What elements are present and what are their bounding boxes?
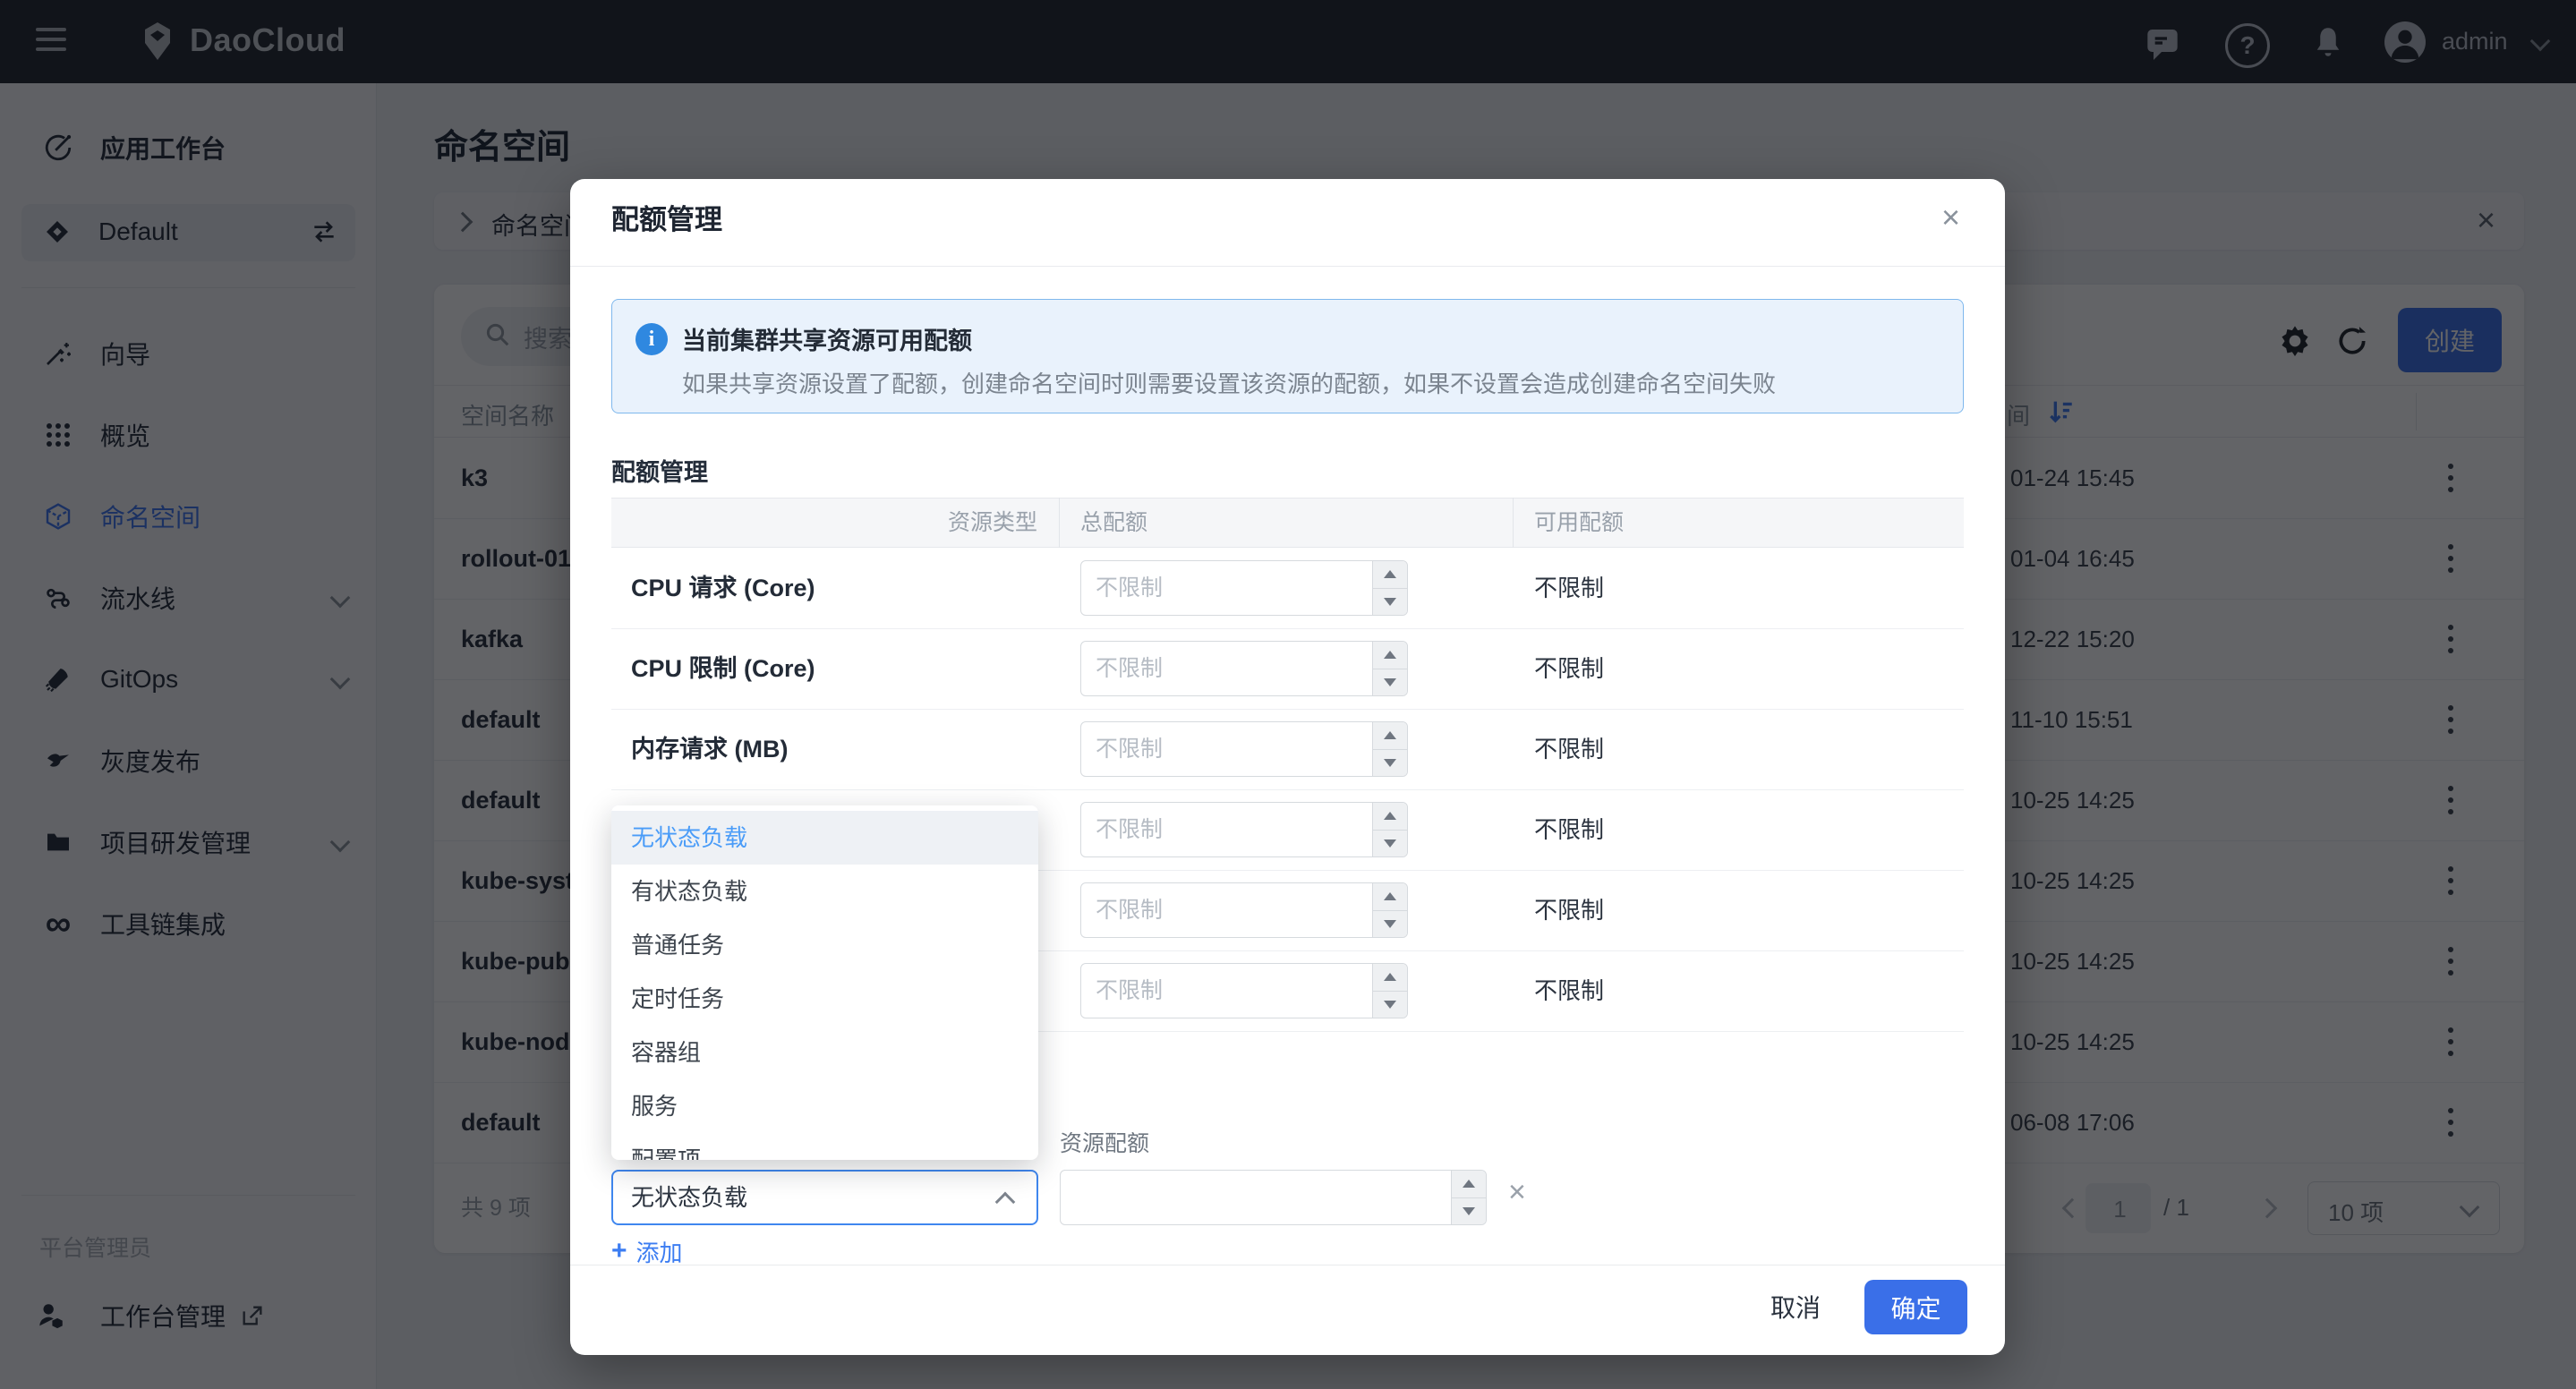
total-quota-input[interactable] bbox=[1080, 882, 1408, 938]
stepper[interactable] bbox=[1372, 964, 1407, 1018]
total-quota-input[interactable] bbox=[1080, 802, 1408, 857]
add-quota-link[interactable]: + 添加 bbox=[611, 1233, 683, 1269]
available-quota: 不限制 bbox=[1534, 789, 1604, 870]
resource-type-label: CPU 限制 (Core) bbox=[631, 628, 815, 709]
quota-number-field[interactable] bbox=[1081, 883, 1407, 937]
available-quota: 不限制 bbox=[1534, 870, 1604, 950]
quota-row: 内存请求 (MB) 不限制 bbox=[611, 709, 1964, 790]
dropdown-option[interactable]: 定时任务 bbox=[611, 972, 1038, 1026]
quota-col-total: 总配额 bbox=[1080, 498, 1147, 548]
step-down-icon[interactable] bbox=[1373, 911, 1407, 938]
quota-value-field[interactable] bbox=[1061, 1171, 1486, 1224]
banner-body: 如果共享资源设置了配额，创建命名空间时则需要设置该资源的配额，如果不设置会造成创… bbox=[682, 366, 1776, 399]
total-quota-input[interactable] bbox=[1080, 560, 1408, 616]
stepper[interactable] bbox=[1451, 1171, 1486, 1224]
quota-col-available: 可用配额 bbox=[1534, 498, 1624, 548]
stepper[interactable] bbox=[1372, 722, 1407, 776]
quota-row: CPU 请求 (Core) 不限制 bbox=[611, 548, 1964, 629]
column-divider bbox=[1513, 498, 1514, 548]
step-down-icon[interactable] bbox=[1452, 1198, 1486, 1225]
quota-col-type: 资源类型 bbox=[611, 498, 1037, 548]
available-quota: 不限制 bbox=[1534, 628, 1604, 709]
cancel-button[interactable]: 取消 bbox=[1751, 1285, 1840, 1328]
info-banner: i 当前集群共享资源可用配额 如果共享资源设置了配额，创建命名空间时则需要设置该… bbox=[611, 299, 1964, 413]
quota-number-field[interactable] bbox=[1081, 561, 1407, 615]
quota-number-field[interactable] bbox=[1081, 964, 1407, 1018]
available-quota: 不限制 bbox=[1534, 709, 1604, 789]
resource-quota-input[interactable] bbox=[1060, 1170, 1487, 1225]
step-up-icon[interactable] bbox=[1373, 642, 1407, 669]
available-quota: 不限制 bbox=[1534, 548, 1604, 628]
add-label: 添加 bbox=[636, 1235, 683, 1268]
stepper[interactable] bbox=[1372, 883, 1407, 937]
step-down-icon[interactable] bbox=[1373, 750, 1407, 777]
dropdown-option[interactable]: 配置项 bbox=[611, 1133, 1038, 1160]
stepper[interactable] bbox=[1372, 642, 1407, 695]
resource-type-dropdown: 无状态负载 有状态负载 普通任务 定时任务 容器组 服务 配置项 bbox=[611, 805, 1038, 1160]
modal-header-divider bbox=[570, 266, 2005, 267]
total-quota-input[interactable] bbox=[1080, 721, 1408, 777]
step-up-icon[interactable] bbox=[1373, 803, 1407, 831]
stepper[interactable] bbox=[1372, 561, 1407, 615]
quota-number-field[interactable] bbox=[1081, 722, 1407, 776]
step-up-icon[interactable] bbox=[1452, 1171, 1486, 1198]
resource-type-select[interactable]: 无状态负载 bbox=[611, 1170, 1038, 1225]
quota-section-title: 配额管理 bbox=[611, 453, 708, 488]
quota-number-field[interactable] bbox=[1081, 642, 1407, 695]
resource-quota-label: 资源配额 bbox=[1060, 1126, 1149, 1158]
remove-row-icon[interactable]: × bbox=[1508, 1175, 1526, 1210]
dropdown-option[interactable]: 有状态负载 bbox=[611, 865, 1038, 918]
step-up-icon[interactable] bbox=[1373, 883, 1407, 911]
info-icon: i bbox=[635, 323, 668, 355]
available-quota: 不限制 bbox=[1534, 950, 1604, 1031]
resource-type-label: CPU 请求 (Core) bbox=[631, 548, 815, 628]
resource-type-label: 内存请求 (MB) bbox=[631, 709, 788, 789]
dropdown-option[interactable]: 无状态负载 bbox=[611, 811, 1038, 865]
total-quota-input[interactable] bbox=[1080, 963, 1408, 1018]
banner-title: 当前集群共享资源可用配额 bbox=[682, 321, 972, 356]
stepper[interactable] bbox=[1372, 803, 1407, 856]
column-divider bbox=[1059, 498, 1060, 548]
step-down-icon[interactable] bbox=[1373, 589, 1407, 616]
step-up-icon[interactable] bbox=[1373, 722, 1407, 750]
quota-row: CPU 限制 (Core) 不限制 bbox=[611, 628, 1964, 710]
plus-icon: + bbox=[611, 1236, 627, 1266]
step-down-icon[interactable] bbox=[1373, 831, 1407, 857]
dropdown-option[interactable]: 服务 bbox=[611, 1079, 1038, 1133]
modal-title: 配额管理 bbox=[611, 199, 722, 242]
step-up-icon[interactable] bbox=[1373, 561, 1407, 589]
step-up-icon[interactable] bbox=[1373, 964, 1407, 992]
total-quota-input[interactable] bbox=[1080, 641, 1408, 696]
step-down-icon[interactable] bbox=[1373, 992, 1407, 1018]
select-value: 无状态负载 bbox=[631, 1172, 747, 1223]
confirm-button[interactable]: 确定 bbox=[1864, 1280, 1967, 1334]
quota-number-field[interactable] bbox=[1081, 803, 1407, 856]
select-chevron-up-icon bbox=[995, 1192, 1016, 1213]
dropdown-option[interactable]: 普通任务 bbox=[611, 918, 1038, 972]
modal-close-icon[interactable]: × bbox=[1941, 201, 1960, 234]
quota-management-modal: 配额管理 × i 当前集群共享资源可用配额 如果共享资源设置了配额，创建命名空间… bbox=[570, 179, 2005, 1355]
dropdown-option[interactable]: 容器组 bbox=[611, 1026, 1038, 1079]
step-down-icon[interactable] bbox=[1373, 669, 1407, 696]
